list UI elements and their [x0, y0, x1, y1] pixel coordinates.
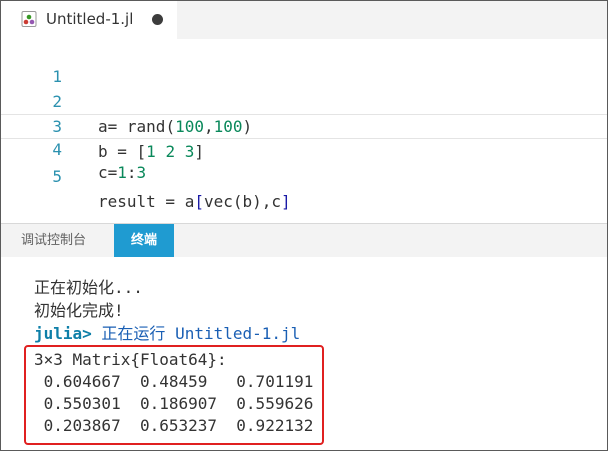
matrix-row: 0.203867 0.653237 0.922132	[34, 416, 314, 435]
vscode-window: Untitled-1.jl 1 2 a= rand(100,100) 3 b =…	[0, 0, 608, 451]
tab-title: Untitled-1.jl	[46, 10, 134, 28]
line-number: 5	[52, 167, 62, 186]
editor-tab[interactable]: Untitled-1.jl	[1, 1, 177, 39]
julia-prompt: julia>	[34, 324, 92, 343]
matrix-output-highlight: 3×3 Matrix{Float64}: 0.604667 0.48459 0.…	[24, 345, 324, 445]
code-text: result = a[vec(b),c]	[98, 192, 291, 211]
code-line-current: 4 c=1:3	[1, 114, 607, 182]
julia-file-icon	[21, 11, 37, 27]
code-line: 1	[1, 39, 607, 86]
matrix-header: 3×3 Matrix{Float64}:	[34, 350, 227, 369]
code-line: 5 result = a[vec(b),c]	[1, 139, 607, 211]
panel-tab-bar: 调试控制台 终端	[1, 224, 607, 257]
tab-terminal[interactable]: 终端	[114, 224, 174, 257]
terminal-line: 初始化完成!	[34, 301, 124, 320]
code-line: 2 a= rand(100,100)	[1, 64, 607, 136]
terminal-line: 正在初始化...	[34, 278, 143, 297]
editor-tab-bar: Untitled-1.jl	[1, 1, 607, 39]
terminal-output[interactable]: 正在初始化... 初始化完成! julia> 正在运行 Untitled-1.j…	[1, 257, 607, 450]
matrix-row: 0.550301 0.186907 0.559626	[34, 394, 314, 413]
tab-debug-console[interactable]: 调试控制台	[21, 224, 86, 257]
terminal-run-line: julia> 正在运行 Untitled-1.jl	[34, 323, 300, 344]
run-message: 正在运行 Untitled-1.jl	[91, 324, 301, 343]
unsaved-dot-icon[interactable]	[152, 14, 163, 25]
code-text: c=1:3	[98, 163, 147, 182]
code-line: 3 b = [1 2 3]	[1, 89, 607, 161]
matrix-row: 0.604667 0.48459 0.701191	[34, 372, 314, 391]
code-editor[interactable]: 1 2 a= rand(100,100) 3 b = [1 2 3] 4 c=1…	[1, 39, 607, 223]
